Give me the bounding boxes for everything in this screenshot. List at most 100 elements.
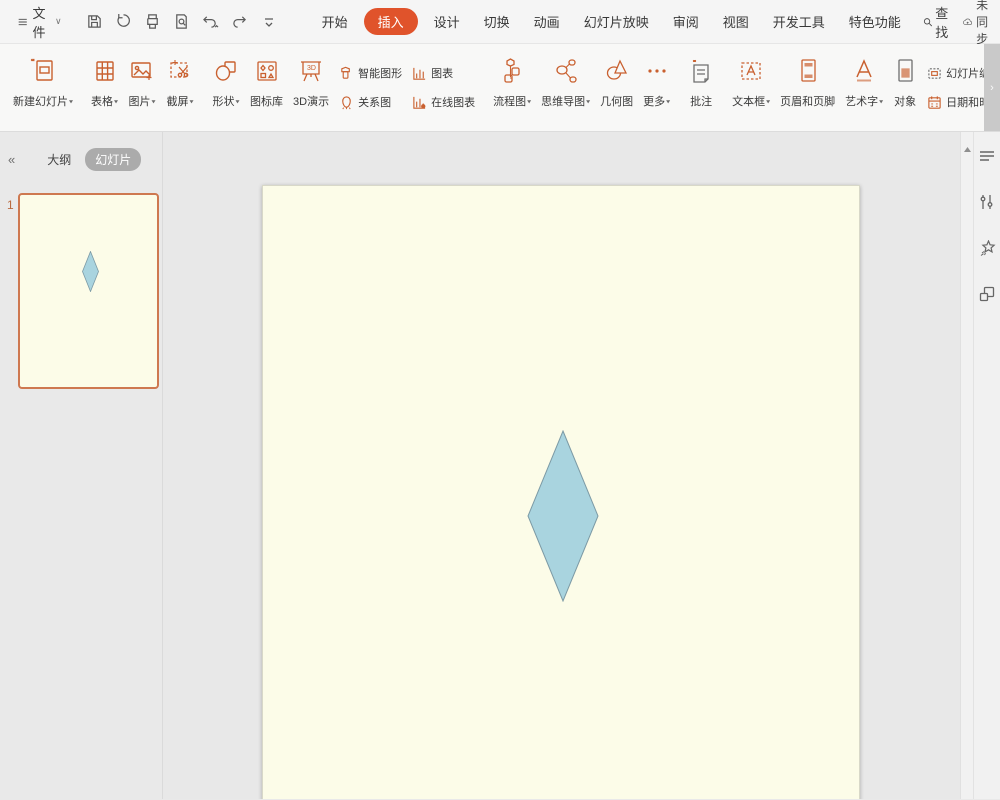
tab-review[interactable]: 审阅 <box>661 8 711 35</box>
icon-library-icon <box>254 54 280 88</box>
object-label: 对象 <box>894 96 917 108</box>
tab-transition[interactable]: 切换 <box>472 8 522 35</box>
icon-library-label: 图标库 <box>250 96 284 108</box>
tab-insert[interactable]: 插入 <box>363 8 418 35</box>
dropdown-caret: ▾ <box>235 97 240 105</box>
ribbon-item-textbox[interactable]: 文本框 ▾ <box>727 44 775 131</box>
ribbon-stack-charts: 图表 在线图表 <box>407 44 480 131</box>
redo-button[interactable] <box>227 9 253 35</box>
find-button[interactable]: 查找 <box>913 0 963 45</box>
wordart-icon <box>851 54 877 88</box>
ribbon-item-object[interactable]: 对象 <box>888 44 922 131</box>
save-button[interactable] <box>82 9 108 35</box>
ribbon-stack-graphics: 智能图形 关系图 <box>334 44 407 131</box>
ribbon-item-geometry[interactable]: 几何图 <box>595 44 638 131</box>
screenshot-icon <box>166 54 194 88</box>
ribbon-item-more-diagrams[interactable]: 更多 ▾ <box>638 44 675 131</box>
flowchart-label: 流程图 <box>493 96 527 108</box>
textbox-label: 文本框 <box>732 96 766 108</box>
geometry-label: 几何图 <box>600 96 634 108</box>
ribbon-item-online-chart[interactable]: 在线图表 <box>412 94 475 110</box>
file-menu-button[interactable]: 文件 ∨ <box>12 0 68 45</box>
ribbon-overflow-strip[interactable]: › <box>984 44 1000 131</box>
tab-outline[interactable]: 大纲 <box>47 151 71 168</box>
ribbon-item-chart[interactable]: 图表 <box>412 65 475 81</box>
editing-canvas[interactable] <box>163 132 960 799</box>
tab-view[interactable]: 视图 <box>711 8 761 35</box>
redo-icon <box>233 16 247 28</box>
comment-icon <box>688 54 714 88</box>
customize-quickbar-button[interactable] <box>256 9 282 35</box>
undo-button[interactable] <box>198 9 224 35</box>
ribbon-item-3d-demo[interactable]: 3D 3D演示 <box>288 44 334 131</box>
chevron-down-icon: ∨ <box>55 16 62 26</box>
slide-thumbnail[interactable] <box>18 193 159 389</box>
ribbon-tab-bar: 开始 插入 设计 切换 动画 幻灯片放映 审阅 视图 开发工具 特色功能 查找 <box>310 0 963 45</box>
ribbon-item-screenshot[interactable]: 截屏 ▾ <box>161 44 199 131</box>
selection-pane-button[interactable] <box>977 284 997 304</box>
ribbon-item-mindmap[interactable]: 思维导图 ▾ <box>536 44 595 131</box>
ribbon-item-new-slide[interactable]: 新建幻灯片 ▾ <box>8 44 78 131</box>
tab-slideshow[interactable]: 幻灯片放映 <box>572 8 661 35</box>
shapes-icon <box>212 54 240 88</box>
sync-status-label: 未同步 <box>976 0 989 46</box>
task-pane-list-button[interactable] <box>977 146 997 166</box>
ribbon-item-table[interactable]: 表格 ▾ <box>86 44 123 131</box>
smart-graphics-label: 智能图形 <box>358 68 403 80</box>
ribbon-item-shapes[interactable]: 形状 ▾ <box>207 44 245 131</box>
hamburger-icon <box>18 18 27 25</box>
find-label: 查找 <box>935 5 949 40</box>
new-slide-label: 新建幻灯片 <box>13 96 68 108</box>
tab-special-features[interactable]: 特色功能 <box>837 8 913 35</box>
relation-diagram-label: 关系图 <box>358 97 392 109</box>
diamond-shape[interactable] <box>527 430 599 602</box>
tab-design[interactable]: 设计 <box>422 8 472 35</box>
flowchart-icon <box>499 54 525 88</box>
scroll-up-icon[interactable] <box>963 146 972 153</box>
chart-label: 图表 <box>431 68 454 80</box>
ribbon-overflow-arrow-icon: › <box>990 81 994 94</box>
mindmap-label: 思维导图 <box>541 96 586 108</box>
online-chart-label: 在线图表 <box>431 97 476 109</box>
dropdown-caret: ▾ <box>151 97 156 105</box>
dropdown-caret: ▾ <box>586 97 591 105</box>
ribbon-item-icon-library[interactable]: 图标库 <box>245 44 288 131</box>
tab-home[interactable]: 开始 <box>310 8 360 35</box>
sync-status-button[interactable]: 未同步 <box>962 0 996 47</box>
geometry-icon <box>603 54 631 88</box>
list-icon <box>980 151 994 161</box>
save-icon <box>88 15 101 28</box>
table-icon <box>92 54 118 88</box>
relation-diagram-icon <box>339 95 354 110</box>
ribbon-item-header-footer[interactable]: 页眉和页脚 <box>775 44 840 131</box>
screenshot-label: 截屏 <box>166 96 189 108</box>
collapse-panel-icon[interactable]: « <box>8 152 15 167</box>
dropdown-caret: ▾ <box>527 97 532 105</box>
print-button[interactable] <box>140 9 166 35</box>
textbox-icon <box>738 54 764 88</box>
dropdown-caret: ▾ <box>189 97 194 105</box>
output-button[interactable] <box>111 9 137 35</box>
online-chart-icon <box>412 95 427 110</box>
vertical-scrollbar[interactable] <box>960 132 973 799</box>
thumbnail-diamond-shape <box>82 251 99 292</box>
ribbon-item-wordart[interactable]: 艺术字 ▾ <box>840 44 888 131</box>
properties-pane-button[interactable] <box>977 192 997 212</box>
animation-pane-button[interactable] <box>977 238 997 258</box>
dropdown-caret: ▾ <box>114 97 119 105</box>
slide-page[interactable] <box>262 185 860 799</box>
slide-number: 1 <box>7 198 14 212</box>
tab-devtools[interactable]: 开发工具 <box>761 8 837 35</box>
ribbon-item-relation-diagram[interactable]: 关系图 <box>339 94 402 110</box>
ribbon-item-picture[interactable]: 图片 ▾ <box>123 44 161 131</box>
ribbon-item-flowchart[interactable]: 流程图 ▾ <box>488 44 536 131</box>
tab-slides[interactable]: 幻灯片 <box>85 148 142 171</box>
print-icon <box>147 14 158 29</box>
star-effect-icon <box>980 239 996 256</box>
print-preview-button[interactable] <box>169 9 195 35</box>
ribbon-item-comment[interactable]: 批注 <box>683 44 719 131</box>
ribbon-item-smart-graphics[interactable]: 智能图形 <box>339 65 402 81</box>
wordart-label: 艺术字 <box>845 96 879 108</box>
dropdown-caret: ▾ <box>879 97 884 105</box>
tab-animation[interactable]: 动画 <box>522 8 572 35</box>
